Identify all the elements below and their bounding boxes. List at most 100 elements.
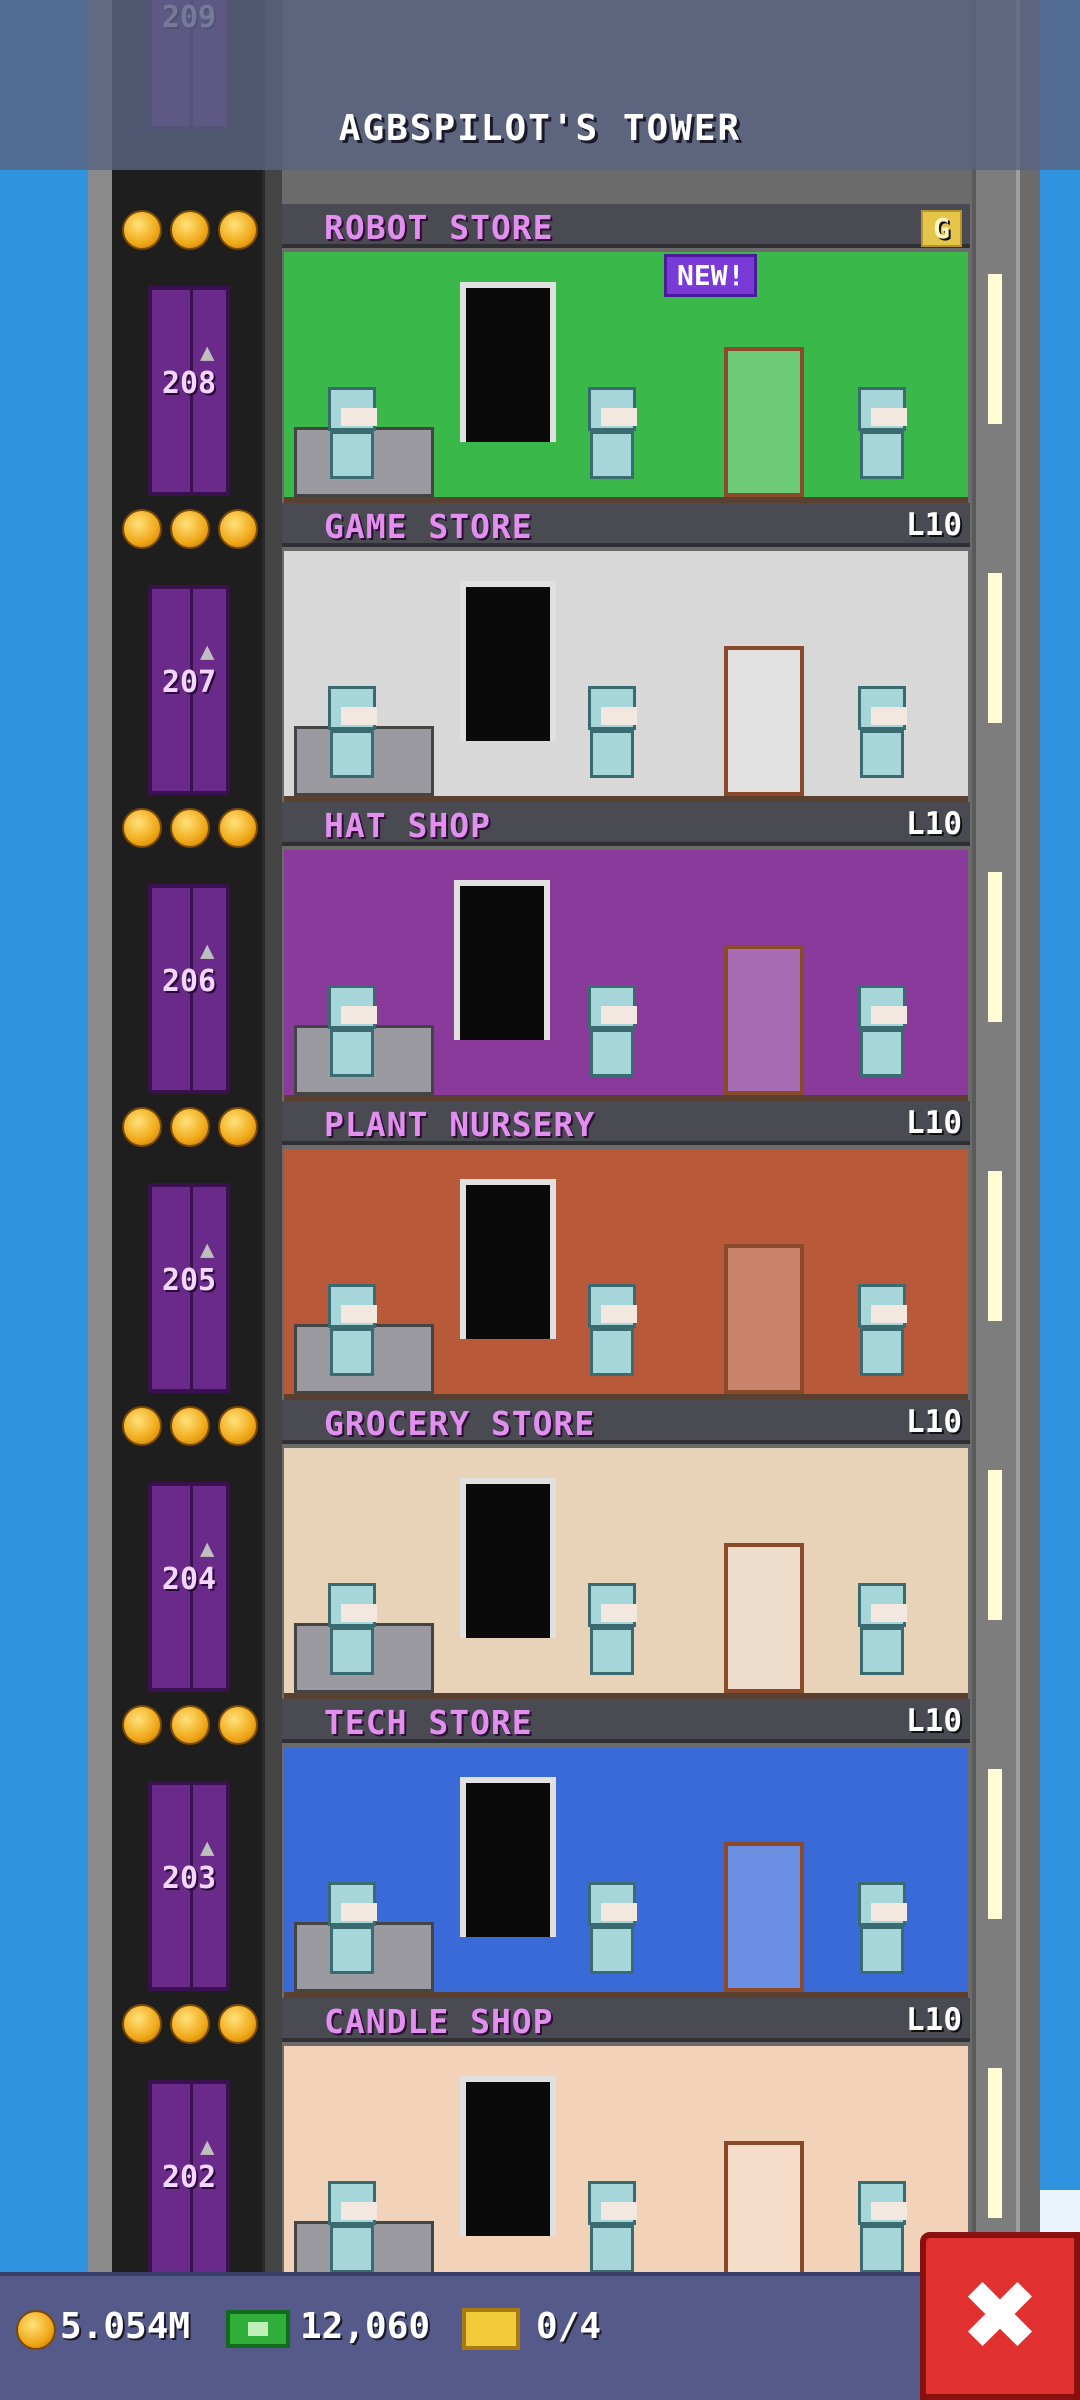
bitizen-worker[interactable] — [584, 387, 640, 479]
floor-star-rating — [122, 808, 258, 848]
elevator-car-202[interactable]: ▲ 202 — [148, 2080, 230, 2290]
store-room[interactable] — [284, 850, 968, 1101]
bitizen-worker[interactable] — [854, 1583, 910, 1675]
bitizen-worker[interactable] — [584, 1284, 640, 1376]
floor-207[interactable]: GAME STORE L10 ▲ 207 — [112, 503, 1020, 802]
bitizen-worker[interactable] — [854, 686, 910, 778]
elevator-car-203[interactable]: ▲ 203 — [148, 1781, 230, 1991]
floor-name-bar: GROCERY STORE L10 — [282, 1400, 970, 1444]
floor-name: TECH STORE — [324, 1703, 533, 1742]
bitizen-worker[interactable] — [324, 2181, 380, 2273]
pillar-light — [988, 2068, 1002, 2218]
bitizen-worker[interactable] — [584, 1882, 640, 1974]
floor-205[interactable]: PLANT NURSERY L10 ▲ 205 — [112, 1101, 1020, 1400]
floor-202[interactable]: CANDLE SHOP L10 ▲ 202 — [112, 1998, 1020, 2297]
bitizen-worker[interactable] — [324, 985, 380, 1077]
bitizen-worker[interactable] — [584, 2181, 640, 2273]
elevator-car-204[interactable]: ▲ 204 — [148, 1482, 230, 1692]
star-icon — [122, 2004, 162, 2044]
bitizen-worker[interactable] — [324, 686, 380, 778]
floor-name-bar: CANDLE SHOP L10 — [282, 1998, 970, 2042]
bitizen-worker[interactable] — [324, 1583, 380, 1675]
star-icon — [218, 2004, 258, 2044]
floor-level-badge: L10 — [906, 806, 962, 842]
floor-level-badge: L10 — [906, 1703, 962, 1739]
store-room[interactable]: NEW! — [284, 252, 968, 503]
bitizen-worker[interactable] — [854, 387, 910, 479]
floor-name: PLANT NURSERY — [324, 1105, 596, 1144]
floor-star-rating — [122, 2004, 258, 2044]
floor-level-badge: L10 — [906, 507, 962, 543]
merchandise-shelf — [724, 945, 804, 1095]
store-door — [460, 2076, 556, 2236]
bitizen-worker[interactable] — [854, 1284, 910, 1376]
store-door — [460, 282, 556, 442]
pillar-light — [988, 573, 1002, 723]
floor-206[interactable]: HAT SHOP L10 ▲ 206 — [112, 802, 1020, 1101]
new-badge: NEW! — [664, 254, 758, 297]
floor-203[interactable]: TECH STORE L10 ▲ 203 — [112, 1699, 1020, 1998]
floor-level-badge: G — [921, 210, 962, 247]
floor-star-rating — [122, 509, 258, 549]
star-icon — [122, 210, 162, 250]
merchandise-shelf — [724, 347, 804, 497]
bitizen-worker[interactable] — [854, 2181, 910, 2273]
floor-name-bar: GAME STORE L10 — [282, 503, 970, 547]
merchandise-shelf — [724, 1543, 804, 1693]
close-button[interactable]: ✖ — [920, 2232, 1080, 2400]
floor-name-bar: ROBOT STORE G — [282, 204, 970, 248]
star-icon — [170, 2004, 210, 2044]
bitizen-worker[interactable] — [854, 1882, 910, 1974]
elevator-car-205[interactable]: ▲ 205 — [148, 1183, 230, 1393]
floor-204[interactable]: GROCERY STORE L10 ▲ 204 — [112, 1400, 1020, 1699]
bitizen-worker[interactable] — [584, 1583, 640, 1675]
star-icon — [170, 808, 210, 848]
store-room[interactable] — [284, 2046, 968, 2297]
bitizen-worker[interactable] — [584, 985, 640, 1077]
elevator-arrow-icon: ▲ — [200, 637, 215, 665]
elevator-arrow-icon: ▲ — [200, 1534, 215, 1562]
star-icon — [170, 509, 210, 549]
ticket-icon — [462, 2308, 520, 2350]
pillar-light — [988, 872, 1002, 1022]
bitizen-worker[interactable] — [854, 985, 910, 1077]
store-room[interactable] — [284, 1747, 968, 1998]
star-icon — [218, 808, 258, 848]
floor-name: GAME STORE — [324, 507, 533, 546]
floor-name: GROCERY STORE — [324, 1404, 596, 1443]
store-room[interactable] — [284, 551, 968, 802]
elevator-arrow-icon: ▲ — [200, 1833, 215, 1861]
bux-count: 12,060 — [300, 2306, 431, 2347]
bitizen-worker[interactable] — [584, 686, 640, 778]
merchandise-shelf — [724, 2141, 804, 2291]
star-icon — [122, 808, 162, 848]
star-icon — [218, 210, 258, 250]
bitizen-worker[interactable] — [324, 1284, 380, 1376]
star-icon — [170, 210, 210, 250]
elevator-car-207[interactable]: ▲ 207 — [148, 585, 230, 795]
elevator-arrow-icon: ▲ — [200, 2132, 215, 2160]
store-room[interactable] — [284, 1149, 968, 1400]
store-door — [460, 581, 556, 741]
pillar-light — [988, 1769, 1002, 1919]
store-door — [460, 1777, 556, 1937]
coins-count: 5.054M — [60, 2306, 191, 2347]
floor-name-bar: PLANT NURSERY L10 — [282, 1101, 970, 1145]
elevator-floor-number: 204 — [161, 1562, 217, 1597]
tower-title: AGBSPILOT'S TOWER — [338, 108, 742, 149]
elevator-car-208[interactable]: ▲ 208 — [148, 286, 230, 496]
floor-name: CANDLE SHOP — [324, 2002, 554, 2041]
bitizen-worker[interactable] — [324, 1882, 380, 1974]
floor-208[interactable]: ROBOT STORE G ▲ 208 NEW! — [112, 204, 1020, 503]
floor-level-badge: L10 — [906, 1404, 962, 1440]
star-icon — [122, 1705, 162, 1745]
elevator-floor-number: 202 — [161, 2160, 217, 2195]
tower-bux-icon — [226, 2310, 290, 2348]
star-icon — [122, 1406, 162, 1446]
elevator-car-206[interactable]: ▲ 206 — [148, 884, 230, 1094]
floor-star-rating — [122, 1705, 258, 1745]
floor-star-rating — [122, 1406, 258, 1446]
store-room[interactable] — [284, 1448, 968, 1699]
tower-left-wall — [88, 0, 112, 2272]
bitizen-worker[interactable] — [324, 387, 380, 479]
